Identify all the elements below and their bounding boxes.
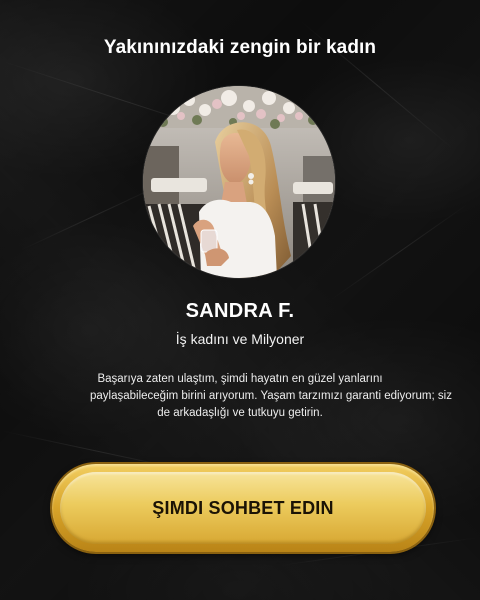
profile-subtitle: İş kadını ve Milyoner <box>175 331 305 347</box>
bio-line: Başarıya zaten ulaştım, şimdi hayatın en… <box>97 373 383 385</box>
chat-now-button-label: ŞIMDI SOHBET EDIN <box>152 497 334 518</box>
profile-name: SANDRA F. <box>185 300 295 322</box>
profile-photo <box>143 86 335 278</box>
headline: Yakınınızdaki zengin bir kadın <box>103 37 377 58</box>
profile-photo-image <box>143 86 335 278</box>
bio-line: de arkadaşlığı ve tutkuyu getirin. <box>157 407 323 419</box>
chat-now-button[interactable]: ŞIMDI SOHBET EDIN <box>52 464 434 552</box>
paper-crease <box>329 202 470 301</box>
profile-bio: Başarıya zaten ulaştım, şimdi hayatın en… <box>90 371 452 422</box>
bio-line: paylaşabileceğim birini arıyorum. Yaşam … <box>90 390 452 402</box>
